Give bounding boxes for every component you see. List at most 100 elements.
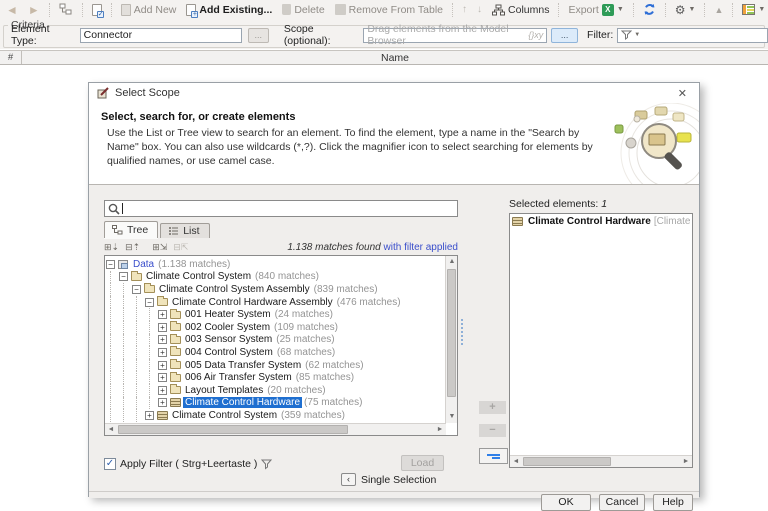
column-header-name[interactable]: Name — [22, 51, 768, 64]
edit-document-button[interactable]: ✓ — [89, 3, 105, 17]
search-by-name-input[interactable] — [104, 200, 458, 217]
expand-node-icon[interactable]: + — [157, 335, 170, 344]
tree-item[interactable]: +005 Data Transfer System(62 matches) — [105, 359, 445, 372]
tab-list[interactable]: List — [160, 223, 209, 238]
search-field-magnifier-icon[interactable] — [108, 203, 120, 215]
scope-field[interactable]: Drag elements from the Model Browser {}x… — [363, 28, 547, 43]
single-selection-toggle[interactable]: ‹ — [341, 473, 356, 486]
view-mode-dropdown-icon[interactable]: ▼ — [758, 6, 765, 13]
view-mode-button[interactable]: ▼ — [739, 3, 768, 16]
apply-filter-checkbox[interactable]: ✓ — [104, 458, 116, 470]
scroll-right-icon[interactable]: ► — [680, 456, 692, 468]
columns-button[interactable]: Columns — [489, 3, 552, 17]
expand-all-icon[interactable]: ⊞⇣ — [104, 242, 119, 252]
export-button[interactable]: Export X ▼ — [565, 3, 626, 17]
tree-horizontal-scrollbar[interactable]: ◄ ► — [105, 423, 446, 435]
collapse-selected-icon[interactable]: ⊟⇱ — [173, 242, 188, 252]
tree-item[interactable]: +006 Air Transfer System(85 matches) — [105, 371, 445, 384]
expand-node-icon[interactable]: + — [157, 373, 170, 382]
add-new-button[interactable]: Add New — [118, 3, 180, 17]
element-type-browse-button[interactable]: ... — [248, 28, 269, 43]
forward-button[interactable]: ► — [25, 3, 43, 17]
horizontal-scroll-thumb[interactable] — [523, 457, 611, 466]
expand-node-icon[interactable]: + — [157, 323, 170, 332]
collapse-panel-button[interactable]: ▲ — [711, 4, 726, 16]
tree-item[interactable]: +Climate Control System(359 matches) — [105, 409, 445, 422]
add-selected-button[interactable]: + — [479, 401, 506, 414]
scroll-right-icon[interactable]: ► — [434, 424, 446, 436]
expand-selected-icon[interactable]: ⊞⇲ — [152, 242, 167, 252]
scroll-up-icon[interactable]: ▲ — [446, 256, 458, 268]
show-hierarchy-button[interactable] — [56, 2, 76, 17]
hierarchy-icon — [59, 3, 73, 16]
tree-item[interactable]: +Layout Templates(20 matches) — [105, 384, 445, 397]
remove-selected-button[interactable]: − — [479, 424, 506, 437]
tree-item[interactable]: +003 Sensor System(25 matches) — [105, 334, 445, 347]
tree-item[interactable]: −Climate Control System(840 matches) — [105, 271, 445, 284]
back-button[interactable]: ◄ — [3, 3, 21, 17]
add-existing-button[interactable]: + Add Existing... — [183, 3, 275, 17]
tree-vertical-scrollbar[interactable]: ▲ ▼ — [445, 256, 457, 423]
element-type-field[interactable]: Connector — [80, 28, 242, 43]
collapse-node-icon[interactable]: − — [131, 285, 144, 294]
tree-item[interactable]: −Climate Control Hardware Assembly(476 m… — [105, 296, 445, 309]
toolbar-separator — [732, 3, 733, 17]
tree-item[interactable]: +004 Control System(68 matches) — [105, 346, 445, 359]
scope-browse-button[interactable]: ... — [551, 28, 578, 43]
dialog-titlebar[interactable]: Select Scope ✕ — [89, 83, 699, 103]
tree-item[interactable]: +002 Cooler System(109 matches) — [105, 321, 445, 334]
collapse-node-icon[interactable]: − — [144, 298, 157, 307]
ok-button[interactable]: OK — [541, 494, 591, 511]
expand-node-icon[interactable]: + — [144, 411, 157, 420]
tree-item[interactable]: −Data(1.138 matches) — [105, 258, 445, 271]
excel-icon: X — [602, 4, 614, 16]
collapse-node-icon[interactable]: − — [105, 260, 118, 269]
selected-elements-list[interactable]: Climate Control Hardware [Climate Contro… — [509, 213, 693, 468]
load-button[interactable]: Load — [401, 455, 444, 471]
filter-field[interactable]: ▼ — [617, 28, 768, 43]
expand-node-icon[interactable]: + — [157, 398, 170, 407]
tab-tree[interactable]: Tree — [104, 221, 158, 238]
back-icon: ◄ — [6, 4, 18, 16]
dialog-content: Tree List ⊞⇣ ⊟⇡ ⊞⇲ ⊟⇱ 1.138 matches foun… — [89, 185, 699, 498]
scroll-left-icon[interactable]: ◄ — [105, 424, 117, 436]
expand-node-icon[interactable]: + — [157, 348, 170, 357]
selected-element-item[interactable]: Climate Control Hardware [Climate Contro… — [510, 214, 692, 229]
expand-node-icon[interactable]: + — [157, 361, 170, 370]
scroll-down-icon[interactable]: ▼ — [446, 411, 458, 423]
collapse-node-icon[interactable]: − — [118, 272, 131, 281]
tree-item-matches: (25 matches) — [276, 334, 334, 345]
selected-list-horizontal-scrollbar[interactable]: ◄ ► — [510, 455, 692, 467]
scroll-left-icon[interactable]: ◄ — [510, 456, 522, 468]
tree-item-matches: (840 matches) — [255, 271, 319, 282]
filter-dropdown-icon[interactable]: ▼ — [634, 32, 640, 38]
cancel-button[interactable]: Cancel — [599, 494, 645, 511]
delete-button[interactable]: Delete — [279, 3, 327, 17]
horizontal-scroll-thumb[interactable] — [118, 425, 348, 434]
help-button[interactable]: Help — [653, 494, 693, 511]
move-up-button[interactable]: ↑ — [459, 3, 470, 16]
column-header-number[interactable]: # — [0, 51, 22, 64]
folder-icon — [170, 348, 183, 356]
tree-item[interactable]: +Climate Control Hardware(75 matches) — [105, 397, 445, 410]
settings-dropdown-icon[interactable]: ▼ — [689, 6, 696, 13]
tree-item[interactable]: +001 Heater System(24 matches) — [105, 308, 445, 321]
tree-item[interactable]: −Climate Control System Assembly(839 mat… — [105, 283, 445, 296]
close-icon[interactable]: ✕ — [674, 87, 691, 100]
move-down-button[interactable]: ↓ — [474, 3, 485, 16]
replace-icon — [487, 454, 500, 456]
collapse-all-icon[interactable]: ⊟⇡ — [125, 242, 140, 252]
expand-node-icon[interactable]: + — [157, 310, 170, 319]
gear-icon: ⚙ — [675, 4, 686, 16]
remove-from-table-button[interactable]: Remove From Table — [332, 3, 446, 17]
filter-applied-link[interactable]: with filter applied — [384, 242, 458, 253]
matches-found-text: 1.138 matches found — [287, 242, 380, 253]
splitter-handle[interactable] — [461, 319, 463, 345]
refresh-button[interactable] — [640, 2, 659, 17]
vertical-scroll-thumb[interactable] — [447, 269, 456, 397]
tree-guide-line — [131, 334, 144, 347]
replace-selected-button[interactable] — [479, 448, 508, 464]
expand-node-icon[interactable]: + — [157, 386, 170, 395]
settings-button[interactable]: ⚙ ▼ — [672, 3, 699, 17]
export-dropdown-icon[interactable]: ▼ — [617, 6, 624, 13]
